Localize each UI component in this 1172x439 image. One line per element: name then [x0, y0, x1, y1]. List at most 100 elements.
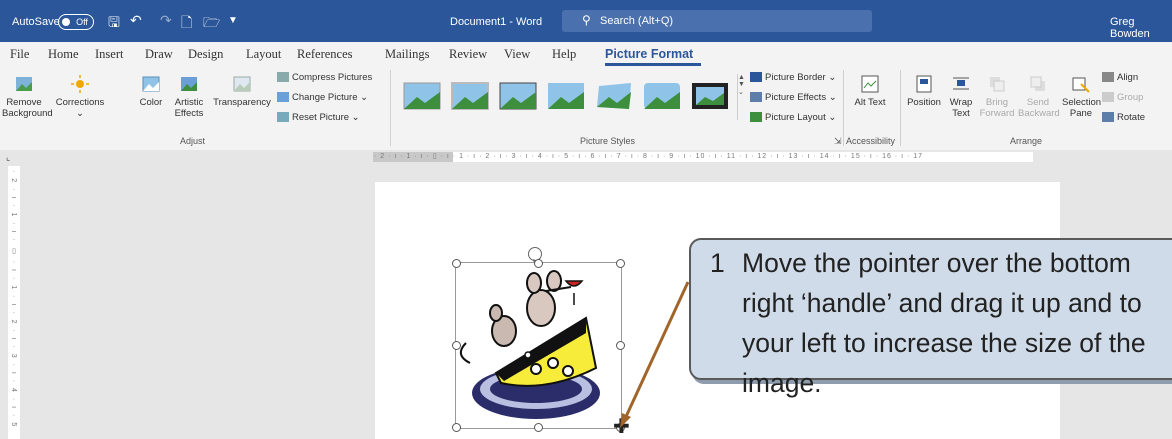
resize-handle-bottom[interactable] [534, 423, 543, 432]
selection-pane-label: Selection Pane [1062, 97, 1102, 119]
open-folder-icon[interactable]: 🗁 [203, 12, 220, 36]
resize-handle-bottom-left[interactable] [452, 423, 461, 432]
resize-handle-top-left[interactable] [452, 259, 461, 268]
style-thumbnail-1[interactable] [403, 82, 441, 110]
tab-layout[interactable]: Layout [246, 47, 281, 62]
arrange-group-label: Arrange [1010, 136, 1043, 146]
resize-cursor-icon: ✚ [613, 416, 630, 438]
tab-review[interactable]: Review [449, 47, 487, 62]
artistic-effects-button[interactable]: Artistic Effects [172, 74, 206, 119]
picture-layout-label: Picture Layout [765, 112, 826, 123]
group-separator [900, 70, 901, 146]
picture-layout-button[interactable]: Picture Layout ⌄ [750, 112, 836, 123]
tab-design[interactable]: Design [188, 47, 223, 62]
selected-image-frame[interactable] [452, 259, 625, 432]
tab-picture-format[interactable]: Picture Format [605, 47, 693, 61]
tab-file[interactable]: File [10, 47, 29, 62]
customize-qat-icon[interactable]: ▼ [228, 15, 238, 26]
reset-picture-icon [277, 112, 289, 123]
picture-border-button[interactable]: Picture Border ⌄ [750, 72, 836, 83]
style-thumbnail-7[interactable] [691, 82, 729, 110]
style-thumbnail-3[interactable] [499, 82, 537, 110]
style-thumbnail-6[interactable] [643, 82, 681, 110]
artistic-effects-icon [181, 77, 197, 91]
vertical-ruler-ticks: · 2 · ı · 1 · ı · ▯ · ı · 1 · ı · 2 · ı … [10, 170, 17, 429]
wrap-text-button[interactable]: Wrap Text [946, 74, 976, 119]
tab-references[interactable]: References [297, 47, 353, 62]
reset-picture-label: Reset Picture [292, 112, 350, 123]
horizontal-ruler[interactable]: · 2 · ı · 1 · ı · ▯ · ı · 1 · ı · 2 · ı … [0, 150, 1172, 164]
send-backward-icon [1030, 76, 1045, 91]
picture-styles-gallery[interactable] [395, 74, 735, 120]
alt-text-icon [861, 75, 879, 93]
style-thumbnail-4[interactable] [547, 82, 585, 110]
tab-help[interactable]: Help [552, 47, 576, 62]
mice-cheese-clipart [459, 270, 600, 419]
search-box[interactable]: ⚲ Search (Alt+Q) [562, 10, 872, 32]
compress-icon [277, 72, 289, 83]
align-icon [1102, 72, 1114, 83]
group-button[interactable]: Group [1102, 92, 1143, 103]
new-document-icon[interactable]: 🗋 [181, 12, 192, 36]
save-icon[interactable]: 🖫 [108, 12, 120, 36]
picture-effects-button[interactable]: Picture Effects ⌄ [750, 92, 837, 103]
picture-effects-icon [750, 92, 762, 103]
rotate-label: Rotate [1117, 112, 1145, 123]
change-picture-button[interactable]: Change Picture ⌄ [277, 92, 368, 103]
change-picture-label: Change Picture [292, 92, 358, 103]
resize-handle-right[interactable] [616, 341, 625, 350]
user-name[interactable]: Greg Bowden [1110, 16, 1172, 40]
group-label: Group [1117, 92, 1144, 103]
rotate-button[interactable]: Rotate [1102, 112, 1145, 123]
picture-border-label: Picture Border [765, 72, 826, 83]
style-thumbnail-2[interactable] [451, 82, 489, 110]
picture-effects-label: Picture Effects [765, 92, 827, 103]
reset-picture-button[interactable]: Reset Picture ⌄ [277, 112, 360, 123]
position-label: Position [907, 97, 941, 108]
alt-text-label: Alt Text [854, 97, 886, 108]
bring-forward-icon [990, 77, 1005, 92]
resize-handle-top-right[interactable] [616, 259, 625, 268]
selection-pane-icon [1072, 77, 1090, 93]
tab-draw[interactable]: Draw [145, 47, 173, 62]
wrap-text-label: Wrap Text [949, 97, 973, 119]
search-placeholder: Search (Alt+Q) [600, 15, 674, 27]
picture-layout-icon [750, 112, 762, 123]
undo-icon[interactable]: ↶ [130, 12, 142, 29]
tab-insert[interactable]: Insert [95, 47, 123, 62]
corrections-label: Corrections [55, 97, 105, 108]
group-separator [390, 70, 391, 146]
send-backward-label: Send Backward [1018, 97, 1060, 119]
tab-selector-icon[interactable]: ⌞ [6, 152, 10, 163]
toggle-dot [62, 18, 70, 26]
tab-mailings[interactable]: Mailings [385, 47, 429, 62]
color-button[interactable]: Color [134, 74, 168, 108]
ribbon-tabs: File Home Insert Draw Design Layout Refe… [0, 42, 1172, 66]
selection-pane-button[interactable]: Selection Pane [1062, 74, 1102, 119]
search-icon: ⚲ [582, 13, 591, 27]
ribbon: Remove Background Corrections ⌄ Color Art… [0, 66, 1172, 151]
styles-scroll[interactable]: ▲ ▼ ⌄ [737, 74, 748, 120]
vertical-ruler[interactable]: · 2 · ı · 1 · ı · ▯ · ı · 1 · ı · 2 · ı … [8, 166, 20, 439]
style-thumbnail-5[interactable] [595, 82, 633, 110]
position-button[interactable]: Position [904, 74, 944, 108]
dialog-launcher-icon[interactable]: ⇲ [834, 136, 842, 147]
position-icon [916, 75, 932, 93]
corrections-button[interactable]: Corrections ⌄ [52, 74, 108, 119]
autosave-toggle[interactable]: Off [58, 14, 94, 30]
change-picture-icon [277, 92, 289, 103]
transparency-button[interactable]: Transparency [212, 74, 272, 108]
alt-text-button[interactable]: Alt Text [850, 74, 890, 108]
tab-home[interactable]: Home [48, 47, 79, 62]
send-backward-button[interactable]: Send Backward [1018, 74, 1060, 119]
resize-handle-left[interactable] [452, 341, 461, 350]
remove-background-button[interactable]: Remove Background [2, 74, 53, 119]
align-button[interactable]: Align [1102, 72, 1138, 83]
compress-pictures-button[interactable]: Compress Pictures [277, 72, 372, 83]
redo-icon[interactable]: ↷ [160, 12, 172, 29]
remove-background-label: Remove Background [2, 97, 53, 119]
resize-handle-top[interactable] [534, 259, 543, 268]
bring-forward-button[interactable]: Bring Forward [978, 74, 1016, 119]
tab-view[interactable]: View [504, 47, 530, 62]
step-number: 1 [710, 248, 725, 278]
